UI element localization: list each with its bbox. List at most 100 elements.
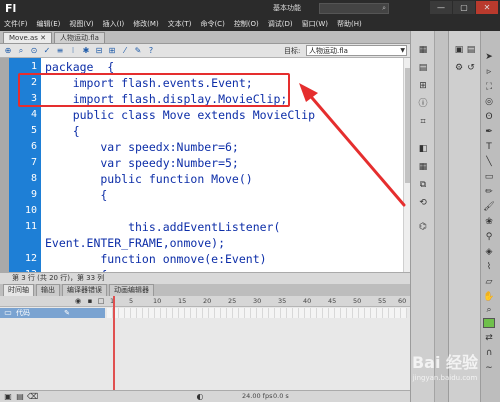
scene-icon[interactable]: ▤ — [465, 44, 477, 56]
code-hint-icon[interactable]: ⁝ — [68, 46, 78, 56]
info-icon[interactable]: ⓘ — [417, 98, 429, 110]
bone-tool-icon[interactable]: ⚲ — [483, 231, 495, 243]
tab-motion-editor[interactable]: 动画编辑器 — [109, 284, 154, 296]
menu-commands[interactable]: 命令(C) — [200, 19, 224, 29]
code-line[interactable]: Event.ENTER_FRAME,onmove); — [9, 235, 410, 251]
menu-edit[interactable]: 编辑(E) — [37, 19, 61, 29]
fill-color-swatch[interactable] — [483, 318, 495, 328]
paint-bucket-tool-icon[interactable]: ◈ — [483, 246, 495, 258]
target-path-icon[interactable]: ⊙ — [29, 46, 39, 56]
layer-name[interactable]: 代码 — [16, 308, 30, 318]
lock-icon[interactable]: ▪ — [85, 295, 95, 307]
history-icon[interactable]: ↺ — [465, 62, 477, 74]
lasso-tool-icon[interactable]: ʘ — [483, 111, 495, 123]
menu-debug[interactable]: 调试(D) — [268, 19, 293, 29]
editor-scrollbar[interactable] — [403, 58, 410, 272]
layer-icon: ▭ — [4, 308, 12, 317]
frame-number: 45 — [328, 297, 337, 305]
frame-number: 30 — [253, 297, 262, 305]
3d-rotation-tool-icon[interactable]: ◎ — [483, 96, 495, 108]
code-line[interactable]: 5 { — [9, 123, 410, 139]
rectangle-tool-icon[interactable]: ▭ — [483, 171, 495, 183]
onion-skin-icon[interactable]: ◐ — [195, 391, 205, 402]
target-select[interactable]: 人物运动.fla ▼ — [306, 45, 407, 56]
auto-format-icon[interactable]: ≡ — [55, 46, 65, 56]
brush-tool-icon[interactable]: 🖌 — [483, 201, 495, 213]
zoom-tool-icon[interactable]: ⌕ — [483, 304, 495, 316]
code-line[interactable]: 7 var speedy:Number=5; — [9, 155, 410, 171]
code-line[interactable]: 9 { — [9, 187, 410, 203]
library-icon[interactable]: ▤ — [417, 62, 429, 74]
menu-view[interactable]: 视图(V) — [69, 19, 93, 29]
new-folder-icon[interactable]: ▤ — [15, 391, 25, 402]
code-line[interactable]: 8 public function Move() — [9, 171, 410, 187]
help-icon[interactable]: ? — [146, 46, 156, 56]
playhead[interactable] — [113, 296, 115, 402]
collapse-icon[interactable]: ⊟ — [94, 46, 104, 56]
menu-window[interactable]: 窗口(W) — [302, 19, 328, 29]
swatches-icon[interactable]: ▦ — [417, 161, 429, 173]
find-icon[interactable]: ⌕ — [16, 46, 26, 56]
code-line[interactable]: 10 — [9, 203, 410, 219]
align-icon[interactable]: ⊞ — [417, 80, 429, 92]
menu-modify[interactable]: 修改(M) — [133, 19, 159, 29]
code-line[interactable]: 11 this.addEventListener( — [9, 219, 410, 235]
deco-tool-icon[interactable]: ❀ — [483, 216, 495, 228]
outline-icon[interactable]: □ — [96, 295, 106, 307]
hand-tool-icon[interactable]: ✋ — [483, 291, 495, 303]
add-statement-icon[interactable]: ⊕ — [3, 46, 13, 56]
selection-tool-icon[interactable]: ➤ — [483, 51, 495, 63]
text-tool-icon[interactable]: T — [483, 141, 495, 153]
menu-text[interactable]: 文本(T) — [168, 19, 192, 29]
uncomment-icon[interactable]: ✎ — [133, 46, 143, 56]
pencil-tool-icon[interactable]: ✏ — [483, 186, 495, 198]
eye-icon[interactable]: ◉ — [73, 295, 83, 307]
tab-fla-document[interactable]: 人物运动.fla — [54, 32, 105, 43]
eraser-tool-icon[interactable]: ▱ — [483, 276, 495, 288]
actions-icon[interactable]: ⚙ — [453, 62, 465, 74]
code-line[interactable]: 6 var speedx:Number=6; — [9, 139, 410, 155]
code-text: function onmove(e:Event) — [45, 252, 267, 266]
minimize-button[interactable]: — — [430, 1, 452, 14]
line-tool-icon[interactable]: ╲ — [483, 156, 495, 168]
transform-icon[interactable]: ⌗ — [417, 116, 429, 128]
menu-help[interactable]: 帮助(H) — [337, 19, 362, 29]
subselection-tool-icon[interactable]: ▹ — [483, 66, 495, 78]
new-layer-icon[interactable]: ▣ — [3, 391, 13, 402]
delete-layer-icon[interactable]: ⌫ — [27, 391, 38, 402]
menu-control[interactable]: 控制(O) — [234, 19, 259, 29]
menu-insert[interactable]: 插入(I) — [103, 19, 125, 29]
check-syntax-icon[interactable]: ✓ — [42, 46, 52, 56]
pen-tool-icon[interactable]: ✒ — [483, 126, 495, 138]
properties-icon[interactable]: ▦ — [417, 44, 429, 56]
code-line[interactable]: 4 public class Move extends MovieClip — [9, 107, 410, 123]
color-icon[interactable]: ◧ — [417, 143, 429, 155]
collapse-strip[interactable] — [0, 58, 9, 272]
close-button[interactable]: ✕ — [476, 1, 498, 14]
free-transform-tool-icon[interactable]: ⛶ — [483, 81, 495, 93]
components-icon[interactable]: ⧉ — [417, 179, 429, 191]
code-line[interactable]: 12 function onmove(e:Event) — [9, 251, 410, 267]
tab-timeline[interactable]: 时间轴 — [3, 284, 34, 296]
comment-icon[interactable]: ⁄ — [120, 46, 130, 56]
watermark: Bai 经验 jingyan.baidu.com — [400, 352, 490, 392]
eyedropper-tool-icon[interactable]: ⌇ — [483, 261, 495, 273]
menu-file[interactable]: 文件(F) — [4, 19, 28, 29]
motion-presets-icon[interactable]: ⟲ — [417, 197, 429, 209]
frame-number: 55 — [378, 297, 387, 305]
frame-rate[interactable]: 24.00 fps — [242, 391, 272, 402]
workspace-switcher[interactable]: 基本功能 — [273, 3, 301, 13]
tab-move-as[interactable]: Move.as ✕ — [3, 32, 53, 43]
help-search-input[interactable]: ⌕ — [319, 3, 389, 14]
code-snippets-icon[interactable]: ⌬ — [417, 221, 429, 233]
layer-frames[interactable] — [107, 308, 407, 318]
project-icon[interactable]: ▣ — [453, 44, 465, 56]
debug-options-icon[interactable]: ✱ — [81, 46, 91, 56]
frame-ruler[interactable]: ◉ ▪ □ 1 5 10 15 20 25 30 35 40 45 50 55 … — [0, 296, 410, 307]
swap-colors-icon[interactable]: ⇄ — [483, 332, 495, 344]
tab-output[interactable]: 输出 — [36, 284, 60, 296]
code-text: var speedx:Number=6; — [45, 140, 239, 154]
layer-row[interactable]: ▭ 代码 ✎ — [0, 308, 105, 318]
expand-icon[interactable]: ⊞ — [107, 46, 117, 56]
maximize-button[interactable]: ▢ — [453, 1, 475, 14]
